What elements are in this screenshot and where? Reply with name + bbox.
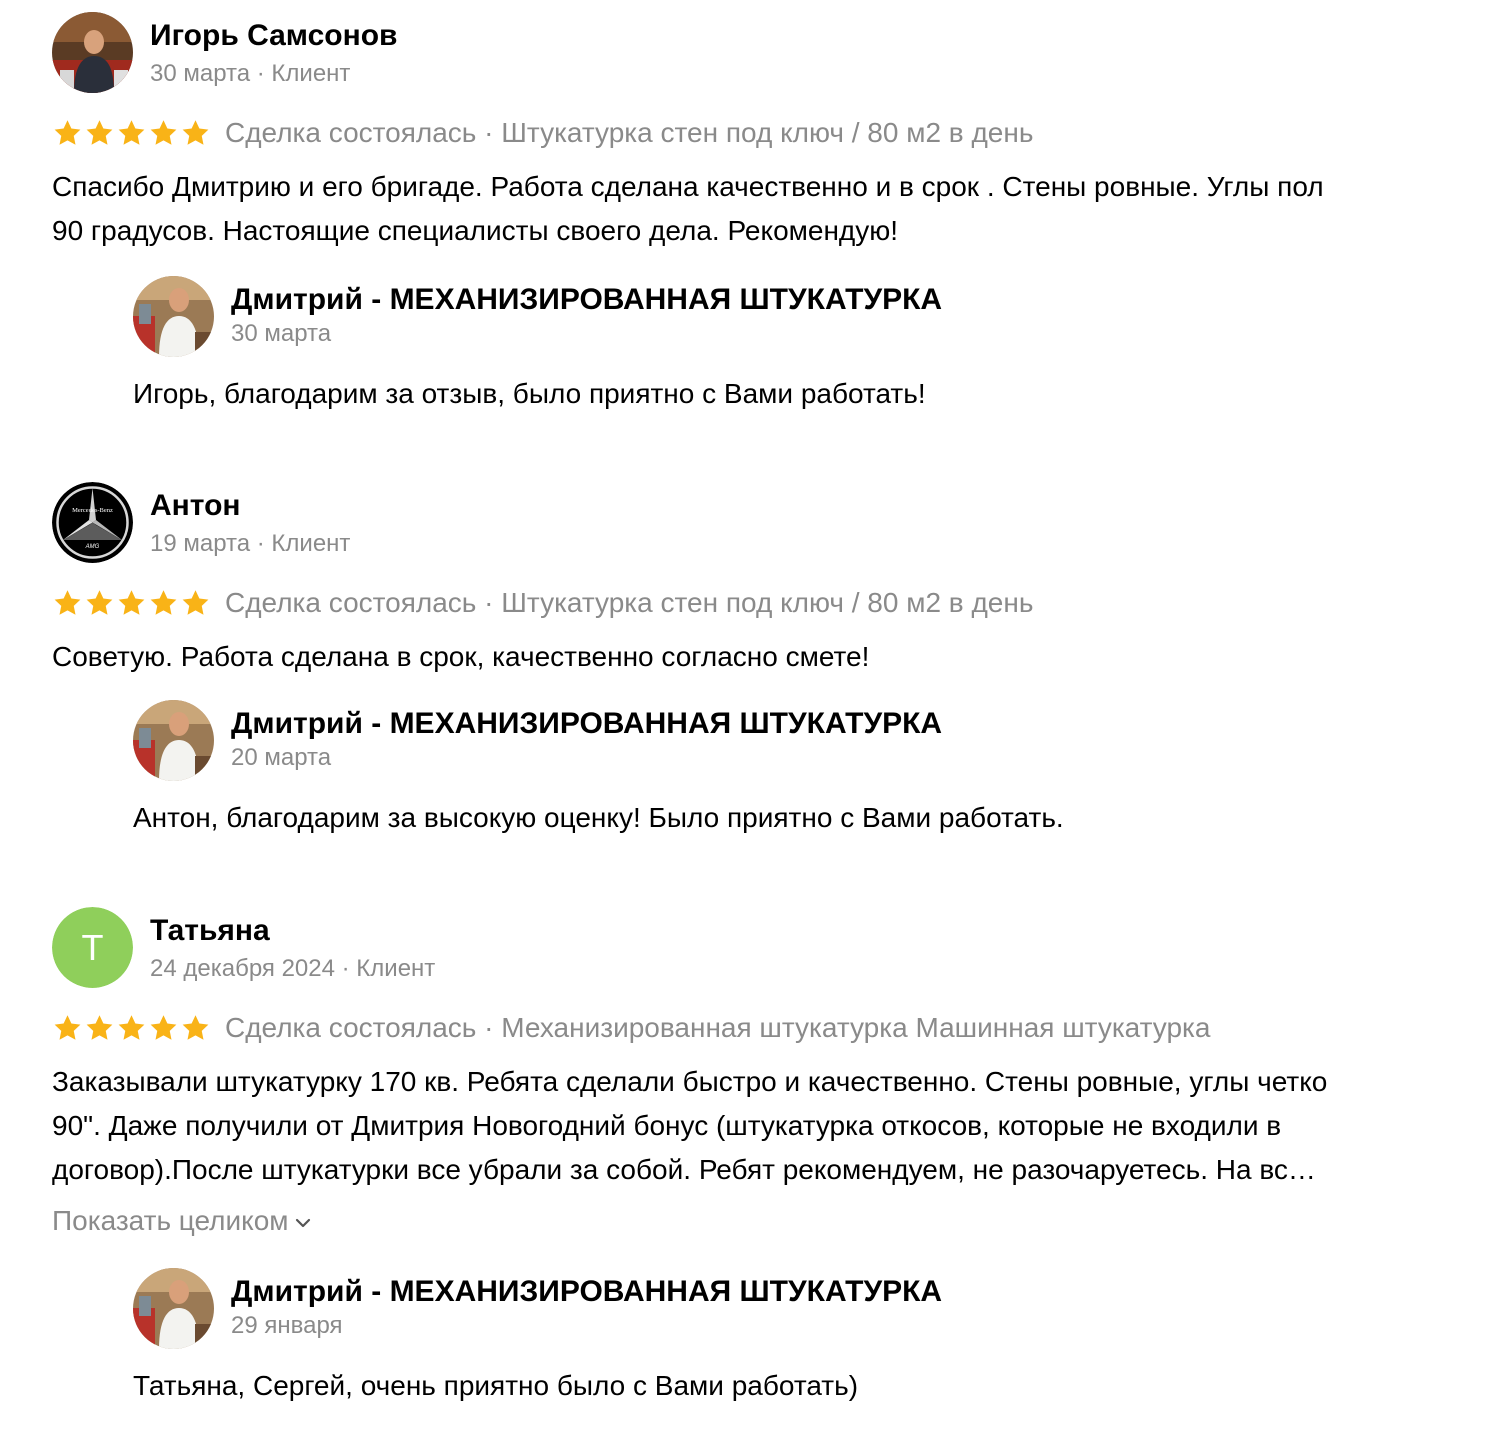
- author-name[interactable]: Игорь Самсонов: [150, 16, 398, 56]
- star-icon: [150, 590, 177, 615]
- author-name[interactable]: Татьяна: [150, 911, 270, 951]
- star-icon: [150, 120, 177, 145]
- person-photo-icon: [52, 12, 133, 93]
- seller-name[interactable]: Дмитрий - МЕХАНИЗИРОВАННАЯ ШТУКАТУРКА: [231, 704, 942, 744]
- star-icon: [150, 1015, 177, 1040]
- seller-photo-icon: [133, 1268, 214, 1349]
- logo-text: Mercedes-Benz: [72, 507, 113, 514]
- reply-date: 30 марта: [231, 320, 332, 347]
- chevron-down-icon: [295, 1218, 310, 1228]
- reply-date: 29 января: [231, 1312, 343, 1339]
- star-icon: [182, 120, 209, 145]
- review-meta: 24 декабря 2024 · Клиент: [150, 955, 436, 982]
- reply-text: Антон, благодарим за высокую оценку! Был…: [133, 802, 1064, 833]
- logo-subtext: AMG: [85, 544, 100, 550]
- avatar[interactable]: [52, 12, 133, 93]
- review-card: Mercedes-Benz AMG Антон 19 марта · Клиен…: [52, 482, 1482, 833]
- review-author: Игорь Самсонов 30 марта · Клиент: [52, 12, 1482, 94]
- star-icon: [86, 120, 113, 145]
- star-rating: [52, 588, 211, 618]
- avatar[interactable]: Mercedes-Benz AMG: [52, 482, 133, 563]
- star-icon: [54, 590, 81, 615]
- star-rating: [52, 1013, 211, 1043]
- seller-photo-icon: [133, 700, 214, 781]
- seller-name[interactable]: Дмитрий - МЕХАНИЗИРОВАННАЯ ШТУКАТУРКА: [231, 280, 942, 320]
- review-author: Т Татьяна 24 декабря 2024 · Клиент: [52, 907, 1482, 989]
- reply-text: Татьяна, Сергей, очень приятно было с Ва…: [133, 1370, 859, 1401]
- star-icon: [182, 590, 209, 615]
- deal-info: Сделка состоялась · Штукатурка стен под …: [225, 587, 1034, 618]
- seller-reply: Дмитрий - МЕХАНИЗИРОВАННАЯ ШТУКАТУРКА 29…: [133, 1268, 1433, 1401]
- star-icon: [54, 1015, 81, 1040]
- seller-photo-icon: [133, 276, 214, 357]
- star-rating: [52, 118, 211, 148]
- review-meta: 30 марта · Клиент: [150, 60, 351, 87]
- rating-row: Сделка состоялась · Механизированная шту…: [52, 1010, 1210, 1046]
- star-icon: [118, 1015, 145, 1040]
- reply-text: Игорь, благодарим за отзыв, было приятно…: [133, 378, 926, 409]
- rating-row: Сделка состоялась · Штукатурка стен под …: [52, 585, 1033, 621]
- avatar-letter: Т: [82, 927, 104, 968]
- review-meta: 19 марта · Клиент: [150, 530, 351, 557]
- show-more-label: Показать целиком: [52, 1205, 289, 1236]
- review-text: Заказывали штукатурку 170 кв. Ребята сде…: [52, 1066, 1328, 1185]
- seller-avatar[interactable]: [133, 1268, 214, 1349]
- deal-info: Сделка состоялась · Механизированная шту…: [225, 1012, 1211, 1043]
- star-icon: [86, 1015, 113, 1040]
- reply-author: Дмитрий - МЕХАНИЗИРОВАННАЯ ШТУКАТУРКА 20…: [133, 700, 1433, 782]
- star-icon: [54, 120, 81, 145]
- star-icon: [118, 120, 145, 145]
- seller-reply: Дмитрий - МЕХАНИЗИРОВАННАЯ ШТУКАТУРКА 20…: [133, 700, 1433, 833]
- seller-reply: Дмитрий - МЕХАНИЗИРОВАННАЯ ШТУКАТУРКА 30…: [133, 276, 1433, 409]
- show-more-button[interactable]: Показать целиком: [52, 1203, 311, 1239]
- seller-name[interactable]: Дмитрий - МЕХАНИЗИРОВАННАЯ ШТУКАТУРКА: [231, 1272, 942, 1312]
- reply-date: 20 марта: [231, 744, 332, 771]
- review-card: Т Татьяна 24 декабря 2024 · Клиент Сделк…: [52, 907, 1482, 1401]
- reply-author: Дмитрий - МЕХАНИЗИРОВАННАЯ ШТУКАТУРКА 29…: [133, 1268, 1433, 1350]
- review-card: Игорь Самсонов 30 марта · Клиент Сделка …: [52, 12, 1482, 409]
- letter-avatar-icon: Т: [52, 907, 133, 988]
- author-name[interactable]: Антон: [150, 486, 241, 526]
- star-icon: [86, 590, 113, 615]
- avatar[interactable]: Т: [52, 907, 133, 988]
- reply-author: Дмитрий - МЕХАНИЗИРОВАННАЯ ШТУКАТУРКА 30…: [133, 276, 1433, 358]
- review-text: Советую. Работа сделана в срок, качестве…: [52, 641, 870, 672]
- mercedes-logo-icon: Mercedes-Benz AMG: [52, 482, 133, 563]
- rating-row: Сделка состоялась · Штукатурка стен под …: [52, 115, 1033, 151]
- star-icon: [182, 1015, 209, 1040]
- seller-avatar[interactable]: [133, 276, 214, 357]
- deal-info: Сделка состоялась · Штукатурка стен под …: [225, 117, 1034, 148]
- review-author: Mercedes-Benz AMG Антон 19 марта · Клиен…: [52, 482, 1482, 564]
- star-icon: [118, 590, 145, 615]
- review-text: Спасибо Дмитрию и его бригаде. Работа сд…: [52, 171, 1324, 246]
- seller-avatar[interactable]: [133, 700, 214, 781]
